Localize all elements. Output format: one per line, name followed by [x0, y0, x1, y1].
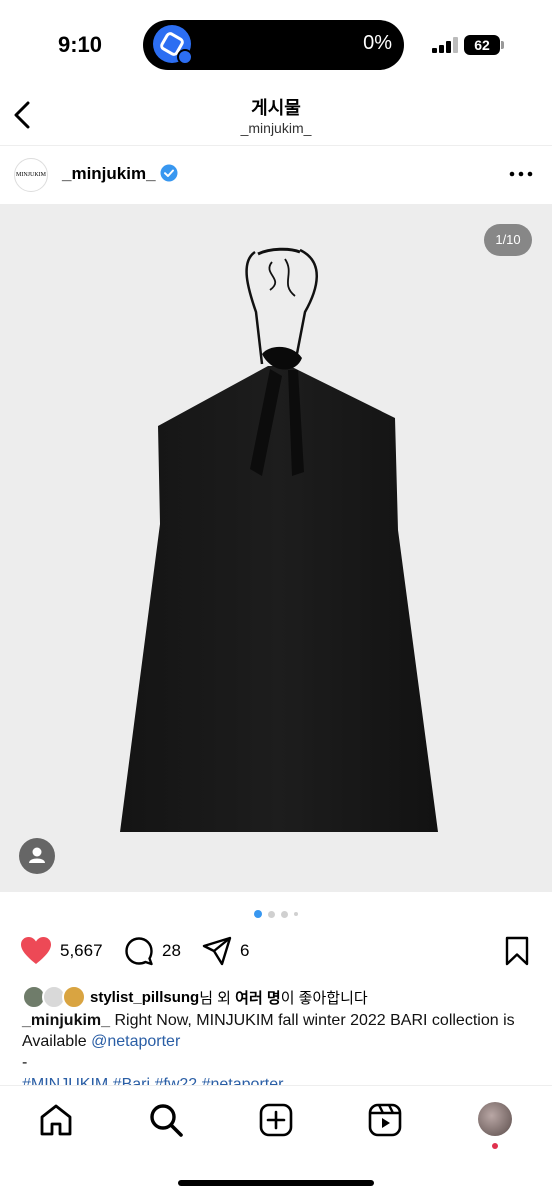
notification-dot	[492, 1143, 498, 1149]
caption-username[interactable]: _minjukim_	[22, 1012, 110, 1029]
profile-avatar[interactable]	[478, 1102, 512, 1136]
person-icon	[29, 847, 45, 863]
share-button[interactable]: 6	[202, 936, 249, 966]
comments-count: 28	[162, 941, 181, 960]
bookmark-icon	[505, 936, 529, 966]
reels-icon[interactable]	[367, 1102, 403, 1138]
post-caption: _minjukim_ Right Now, MINJUKIM fall wint…	[22, 1010, 532, 1073]
carousel-dot	[281, 910, 288, 918]
liked-by[interactable]: stylist_pillsung 님 외 여러 명 이 좋아합니다	[22, 985, 542, 1009]
liked-by-mid: 님 외	[199, 989, 236, 1007]
liked-by-tail: 이 좋아합니다	[280, 989, 368, 1007]
signal-icon	[432, 37, 458, 53]
nav-header: 게시물 _minjukim_	[0, 90, 552, 146]
app-icon	[153, 25, 193, 65]
author-avatar[interactable]: MINJUKIM	[14, 158, 48, 192]
comment-button[interactable]: 28	[124, 936, 181, 966]
liker-avatar	[62, 985, 86, 1009]
status-time: 9:10	[58, 32, 103, 57]
carousel-dot	[294, 912, 298, 916]
status-bar: 9:10 0% 62	[0, 0, 552, 90]
dynamic-island: 0%	[143, 20, 404, 70]
post-image[interactable]: 1/10	[0, 204, 552, 892]
heart-icon	[21, 937, 51, 964]
dress-photo	[120, 247, 438, 832]
liker-username[interactable]: stylist_pillsung	[90, 989, 199, 1006]
share-icon	[202, 936, 232, 966]
verified-icon	[160, 164, 178, 182]
home-icon[interactable]	[38, 1102, 74, 1138]
save-button[interactable]	[504, 936, 530, 971]
likes-count: 5,667	[60, 941, 103, 960]
page-title: 게시물	[251, 98, 301, 118]
tagged-users-button[interactable]	[19, 838, 55, 874]
carousel-dot	[268, 910, 275, 918]
author-username[interactable]: _minjukim_	[62, 164, 156, 184]
island-progress-text: 0%	[363, 32, 392, 54]
caption-mention[interactable]: @netaporter	[91, 1033, 180, 1050]
caption-dash: -	[22, 1054, 28, 1071]
shares-count: 6	[240, 941, 250, 960]
image-counter: 1/10	[484, 224, 532, 256]
post-actions: 5,667 28 6	[0, 930, 552, 972]
search-icon[interactable]	[148, 1102, 184, 1138]
more-icon[interactable]	[508, 162, 534, 186]
post-header: MINJUKIM _minjukim_	[0, 146, 552, 204]
carousel-dot-active	[254, 910, 262, 918]
like-button[interactable]: 5,667	[20, 936, 103, 966]
home-indicator	[178, 1180, 374, 1186]
liker-avatars	[22, 985, 86, 1009]
page-subtitle[interactable]: _minjukim_	[0, 120, 552, 136]
caption-hashtags[interactable]: #MINJUKIM #Bari #fw22 #netaporter	[22, 1075, 532, 1085]
comment-icon	[125, 937, 153, 966]
carousel-indicator	[0, 909, 552, 919]
battery-icon: 62	[464, 35, 504, 55]
liked-by-others[interactable]: 여러 명	[235, 987, 281, 1008]
create-icon[interactable]	[258, 1102, 294, 1138]
